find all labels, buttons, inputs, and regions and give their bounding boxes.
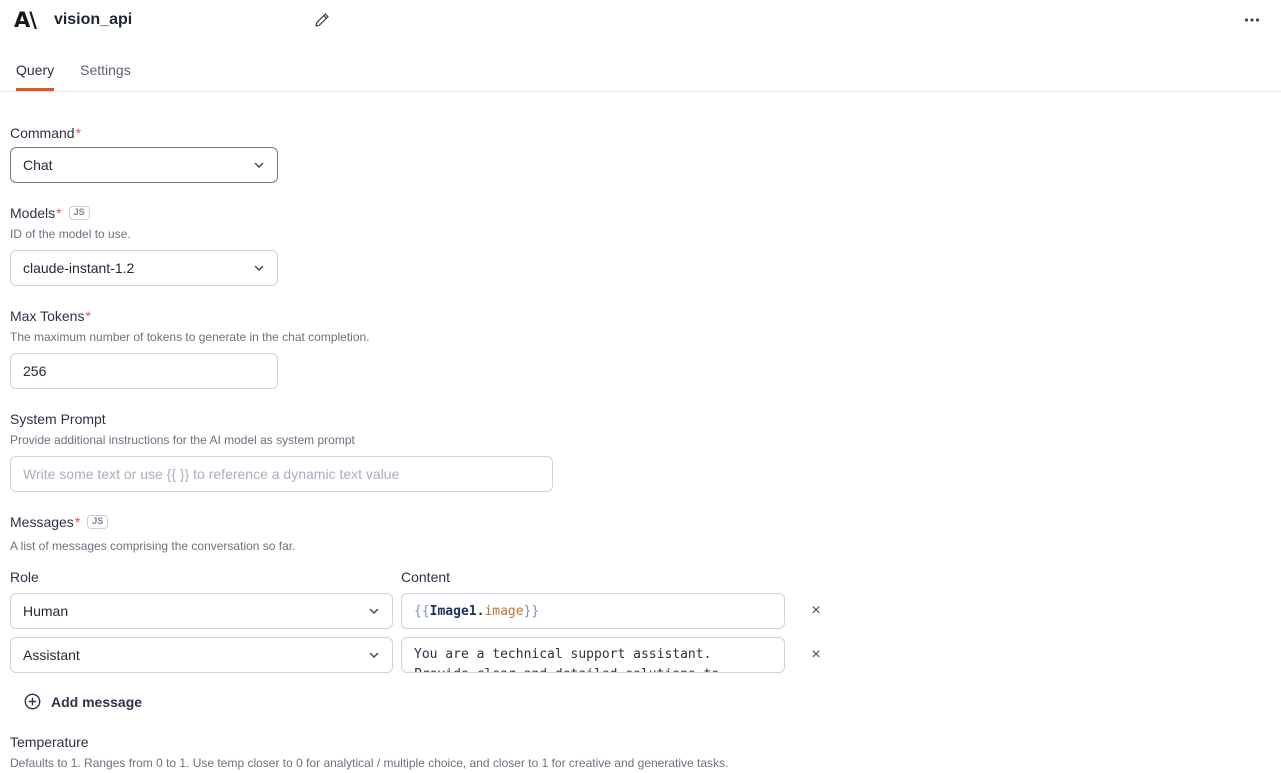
add-message-button[interactable]: Add message — [24, 693, 142, 710]
command-select[interactable]: Chat — [10, 147, 278, 183]
chevron-down-icon — [368, 605, 380, 617]
role-select-assistant[interactable]: Assistant — [10, 637, 393, 673]
required-asterisk: * — [85, 308, 90, 324]
required-asterisk: * — [76, 125, 81, 141]
role-column-header: Role — [10, 569, 393, 585]
models-label: Models* JS — [10, 205, 1271, 221]
pencil-icon — [314, 12, 330, 28]
content-column-header: Content — [401, 569, 785, 585]
models-select[interactable]: claude-instant-1.2 — [10, 250, 278, 286]
message-content-input[interactable]: You are a technical support assistant. P… — [401, 637, 785, 673]
js-badge[interactable]: JS — [69, 206, 90, 220]
command-label: Command* — [10, 125, 1271, 141]
tab-query[interactable]: Query — [16, 56, 54, 91]
role-select-human[interactable]: Human — [10, 593, 393, 629]
page-title: vision_api — [54, 11, 132, 29]
messages-label: Messages* JS — [10, 514, 1271, 530]
close-icon: × — [811, 646, 820, 663]
system-prompt-field-group: System Prompt Provide additional instruc… — [10, 411, 1271, 492]
app-header: A\ vision_api — [0, 0, 1281, 32]
more-options-button[interactable] — [1239, 7, 1265, 33]
message-content-input[interactable]: {{Image1.image}} — [401, 593, 785, 629]
max-tokens-label: Max Tokens* — [10, 308, 1271, 324]
chevron-down-icon — [368, 649, 380, 661]
remove-message-button[interactable]: × — [801, 593, 831, 629]
message-row: Human {{Image1.image}} × — [10, 593, 1271, 629]
anthropic-logo: A\ — [14, 10, 36, 31]
chevron-down-icon — [253, 159, 265, 171]
max-tokens-input[interactable] — [10, 353, 278, 389]
close-icon: × — [811, 602, 820, 619]
command-field-group: Command* Chat — [10, 125, 1271, 183]
js-badge[interactable]: JS — [87, 515, 108, 529]
messages-help-text: A list of messages comprising the conver… — [10, 539, 1271, 553]
system-prompt-input[interactable] — [10, 456, 553, 492]
models-help-text: ID of the model to use. — [10, 227, 1271, 241]
message-row: Assistant You are a technical support as… — [10, 637, 1271, 673]
temperature-help-text: Defaults to 1. Ranges from 0 to 1. Use t… — [10, 756, 1271, 770]
remove-message-button[interactable]: × — [801, 637, 831, 673]
ellipsis-icon — [1243, 11, 1261, 29]
edit-title-button[interactable] — [312, 10, 332, 30]
temperature-field-group: Temperature Defaults to 1. Ranges from 0… — [10, 734, 1271, 773]
temperature-label: Temperature — [10, 734, 1271, 750]
models-field-group: Models* JS ID of the model to use. claud… — [10, 205, 1271, 286]
plus-circle-icon — [24, 693, 41, 710]
tab-settings[interactable]: Settings — [80, 56, 131, 91]
query-form: Command* Chat Models* JS ID of the model… — [0, 125, 1281, 773]
required-asterisk: * — [75, 514, 80, 530]
tab-bar: Query Settings — [0, 56, 1281, 92]
max-tokens-field-group: Max Tokens* The maximum number of tokens… — [10, 308, 1271, 389]
messages-field-group: Messages* JS A list of messages comprisi… — [10, 514, 1271, 710]
system-prompt-help-text: Provide additional instructions for the … — [10, 433, 1271, 447]
messages-column-headers: Role Content — [10, 569, 1271, 585]
max-tokens-help-text: The maximum number of tokens to generate… — [10, 330, 1271, 344]
required-asterisk: * — [56, 205, 61, 221]
system-prompt-label: System Prompt — [10, 411, 1271, 427]
chevron-down-icon — [253, 262, 265, 274]
